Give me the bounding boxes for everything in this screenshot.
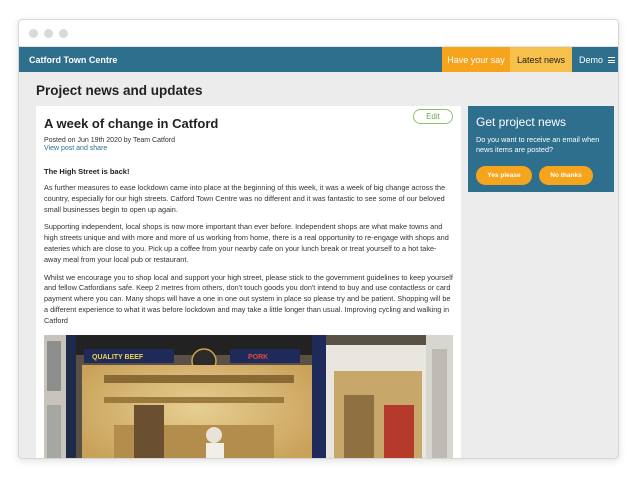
news-article-card: Edit A week of change in Catford Posted … [36, 106, 461, 458]
shop-sign-text: QUALITY BEEF [92, 354, 144, 361]
view-post-link[interactable]: View post and share [44, 145, 453, 152]
nav-demo-label: Demo [578, 54, 603, 65]
article-paragraph: As further measures to ease lockdown cam… [44, 183, 446, 214]
signup-text: Do you want to receive an email when new… [476, 135, 600, 154]
window-titlebar [19, 20, 618, 47]
signup-buttons: Yes please No thanks [476, 166, 606, 185]
shop-sign-text: PORK [248, 354, 268, 361]
nav-demo-menu[interactable]: Demo [572, 47, 618, 72]
article-meta: Posted on Jun 19th 2020 by Team Catford [44, 137, 176, 144]
site-brand-link[interactable]: Catford Town Centre [19, 55, 442, 65]
newsletter-signup-panel: Get project news Do you want to receive … [468, 106, 614, 192]
signup-title: Get project news [476, 115, 567, 129]
butcher-shop-image: QUALITY BEEF PORK [44, 334, 453, 458]
article-subheading: The High Street is back! [44, 167, 130, 176]
window-control-dot[interactable] [29, 29, 38, 38]
article-paragraph: Supporting independent, local shops is n… [44, 222, 449, 264]
edit-button[interactable]: Edit [413, 109, 453, 124]
shopfront-photo: QUALITY BEEF PORK [44, 334, 453, 458]
nav-latest-news[interactable]: Latest news [510, 47, 572, 72]
hamburger-menu-icon[interactable] [608, 56, 615, 63]
yes-please-button[interactable]: Yes please [476, 166, 532, 185]
article-title: A week of change in Catford [44, 116, 219, 131]
window-control-dot[interactable] [44, 29, 53, 38]
site-navbar: Catford Town Centre Have your say Latest… [19, 47, 618, 72]
page-title: Project news and updates [36, 83, 203, 98]
nav-have-your-say[interactable]: Have your say [442, 47, 510, 72]
browser-window: Catford Town Centre Have your say Latest… [18, 19, 619, 459]
article-paragraph: Whilst we encourage you to shop local an… [44, 272, 453, 325]
window-control-dot[interactable] [59, 29, 68, 38]
no-thanks-button[interactable]: No thanks [539, 166, 593, 185]
